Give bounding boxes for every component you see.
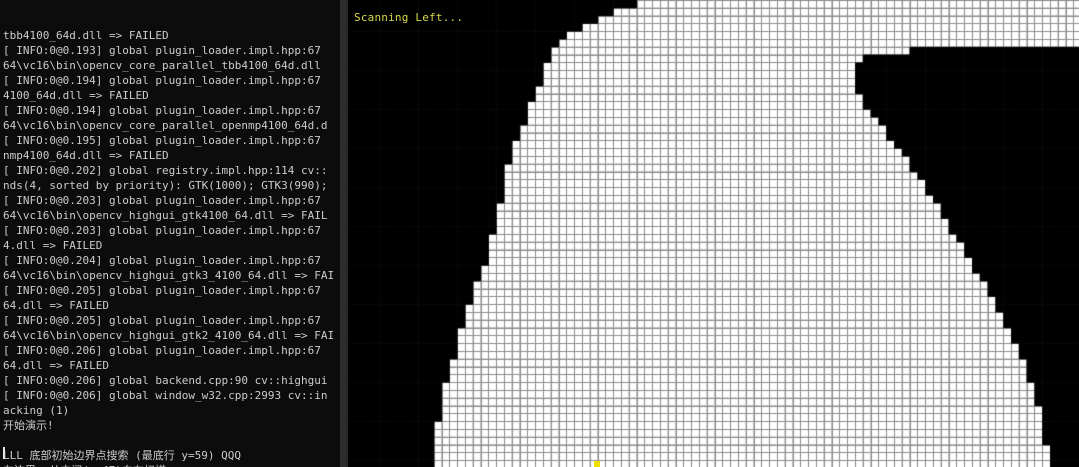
console-line: LLL 底部初始边界点搜索 (最底行 y=59) QQQ	[3, 449, 241, 462]
console-line: 左边界: 从中间(x=47)向左扫描...	[3, 463, 345, 467]
console-line: [ INFO:0@0.202] global registry.impl.hpp…	[3, 164, 328, 177]
console-line: 64\vc16\bin\opencv_core_parallel_openmp4…	[3, 119, 328, 132]
console-line: [ INFO:0@0.206] global backend.cpp:90 cv…	[3, 374, 328, 387]
console-line: [ INFO:0@0.194] global plugin_loader.imp…	[3, 104, 321, 117]
console-output: tbb4100_64d.dll => FAILED [ INFO:0@0.193]…	[0, 28, 345, 467]
console-window[interactable]: tbb4100_64d.dll => FAILED [ INFO:0@0.193]…	[0, 0, 345, 467]
scan-position-marker	[594, 461, 600, 467]
console-line: 开始演示!	[3, 419, 54, 432]
binary-grid-canvas	[348, 0, 1079, 467]
console-line: [ INFO:0@0.203] global plugin_loader.imp…	[3, 194, 321, 207]
console-line: 4.dll => FAILED	[3, 239, 103, 252]
status-text: Scanning Left...	[354, 11, 464, 24]
console-line: [ INFO:0@0.206] global window_w32.cpp:29…	[3, 389, 328, 402]
console-line: 64.dll => FAILED	[3, 299, 109, 312]
console-line: [ INFO:0@0.193] global plugin_loader.imp…	[3, 44, 321, 57]
console-line: [ INFO:0@0.205] global plugin_loader.imp…	[3, 314, 321, 327]
console-line: 64\vc16\bin\opencv_highgui_gtk2_4100_64.…	[3, 329, 335, 342]
text-cursor	[3, 447, 5, 459]
visualization-window: Scanning Left...	[348, 0, 1079, 467]
console-line: [ INFO:0@0.203] global plugin_loader.imp…	[3, 224, 321, 237]
console-line: tbb4100_64d.dll => FAILED	[3, 29, 169, 42]
console-line: [ INFO:0@0.194] global plugin_loader.imp…	[3, 74, 321, 87]
console-line: [ INFO:0@0.204] global plugin_loader.imp…	[3, 254, 321, 267]
console-line: 64.dll => FAILED	[3, 359, 109, 372]
console-line: [ INFO:0@0.205] global plugin_loader.imp…	[3, 284, 321, 297]
console-line: nds(4, sorted by priority): GTK(1000); G…	[3, 179, 328, 192]
console-line: [ INFO:0@0.195] global plugin_loader.imp…	[3, 134, 321, 147]
console-line: 64\vc16\bin\opencv_core_parallel_tbb4100…	[3, 59, 321, 72]
console-line: [ INFO:0@0.206] global plugin_loader.imp…	[3, 344, 321, 357]
console-line: 64\vc16\bin\opencv_highgui_gtk4100_64.dl…	[3, 209, 328, 222]
console-line: 64\vc16\bin\opencv_highgui_gtk3_4100_64.…	[3, 269, 335, 282]
console-line: nmp4100_64d.dll => FAILED	[3, 149, 169, 162]
console-line: acking (1)	[3, 404, 70, 417]
console-line: 4100_64d.dll => FAILED	[3, 89, 149, 102]
